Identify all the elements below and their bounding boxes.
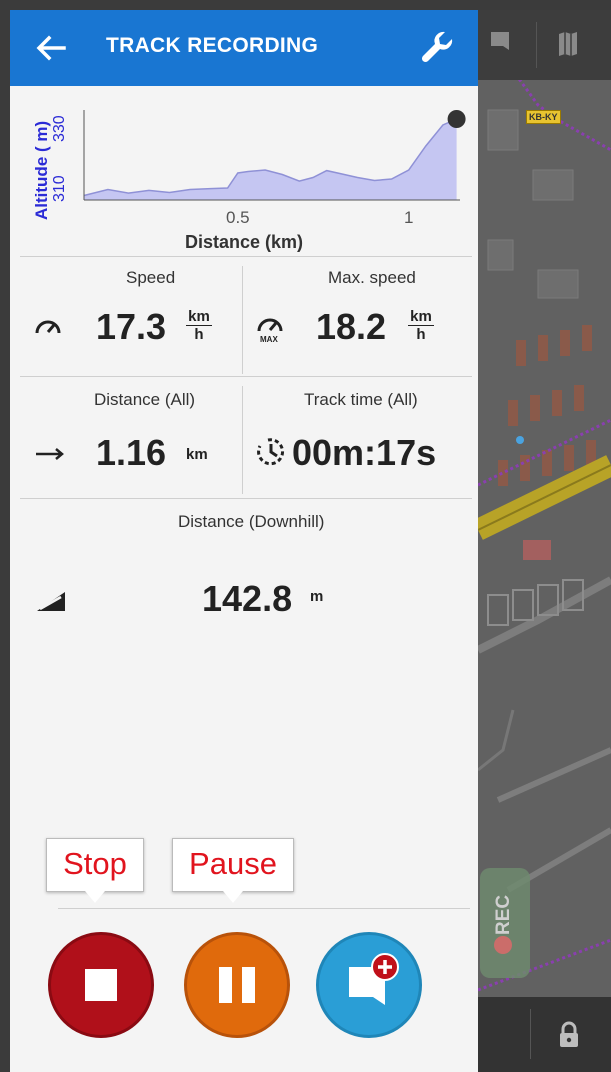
y-tick-label: 330 (51, 115, 68, 142)
stop-icon (85, 969, 117, 1001)
pause-icon (219, 967, 255, 1003)
map-sign-label: KB-KY (526, 110, 561, 124)
max-badge-text: MAX (260, 335, 278, 344)
distance-all-unit: km (186, 446, 208, 463)
y-tick-label: 310 (51, 175, 68, 202)
distance-downhill-label: Distance (Downhill) (178, 512, 325, 531)
map-icon[interactable] (556, 30, 580, 58)
max-speedometer-icon: MAX (254, 311, 286, 347)
max-speed-unit: km h (408, 308, 434, 343)
divider (242, 266, 243, 374)
app-bar: TRACK RECORDING (10, 10, 478, 86)
distance-all-label: Distance (All) (94, 390, 196, 409)
track-recording-panel: TRACK RECORDING 310 330 Altitude ( m) 0.… (10, 10, 478, 1072)
altitude-chart[interactable]: 310 330 Altitude ( m) 0.5 1 Distance (km… (10, 92, 478, 256)
distance-all-value: 1.16 (96, 432, 167, 473)
x-axis-label: Distance (km) (185, 232, 303, 252)
max-speed-label: Max. speed (328, 268, 416, 287)
speed-label: Speed (126, 268, 176, 287)
divider (20, 498, 472, 499)
rec-button-label[interactable]: REC (493, 895, 523, 935)
divider (20, 256, 472, 257)
speed-unit-top: km (186, 308, 212, 326)
map-layers-icon[interactable] (488, 30, 512, 58)
pause-recording-button[interactable] (184, 932, 290, 1038)
current-position-marker (447, 110, 466, 128)
add-comment-icon (349, 953, 399, 1005)
distance-downhill-value: 142.8 (202, 578, 293, 619)
controls-divider (58, 908, 470, 909)
arrow-left-icon[interactable] (34, 32, 68, 64)
stop-tooltip: Stop (46, 838, 144, 903)
speed-unit: km h (186, 308, 212, 343)
stop-recording-button[interactable] (48, 932, 154, 1038)
map-view[interactable]: KB-KY REC (478, 10, 611, 1072)
max-speed-unit-bottom: h (416, 326, 426, 343)
speed-unit-bottom: h (194, 326, 204, 343)
map-bottom-bar (478, 997, 611, 1072)
track-time-label: Track time (All) (304, 390, 418, 409)
speedometer-icon (35, 320, 61, 334)
x-tick-label: 0.5 (226, 208, 250, 227)
page-title: TRACK RECORDING (106, 34, 319, 57)
y-axis-label: Altitude ( m) (32, 121, 51, 220)
timer-icon (257, 438, 284, 466)
map-toolbar (478, 10, 611, 80)
divider (20, 376, 472, 377)
max-speed-value: 18.2 (316, 306, 387, 347)
x-tick-label: 1 (404, 208, 413, 227)
pause-tooltip: Pause (172, 838, 294, 903)
altitude-area-series (84, 119, 457, 200)
lock-icon[interactable] (558, 1021, 580, 1049)
max-speed-unit-top: km (408, 308, 434, 326)
track-time-value: 00m:17s (292, 432, 437, 473)
altitude-chart-svg: 310 330 Altitude ( m) 0.5 1 Distance (km… (32, 110, 466, 252)
wrench-icon[interactable] (418, 28, 456, 66)
arrow-right-icon (36, 448, 64, 460)
downhill-icon (37, 592, 65, 611)
distance-downhill-unit: m (310, 588, 324, 605)
divider (242, 386, 243, 494)
speed-value: 17.3 (96, 306, 167, 347)
add-note-button[interactable] (316, 932, 422, 1038)
